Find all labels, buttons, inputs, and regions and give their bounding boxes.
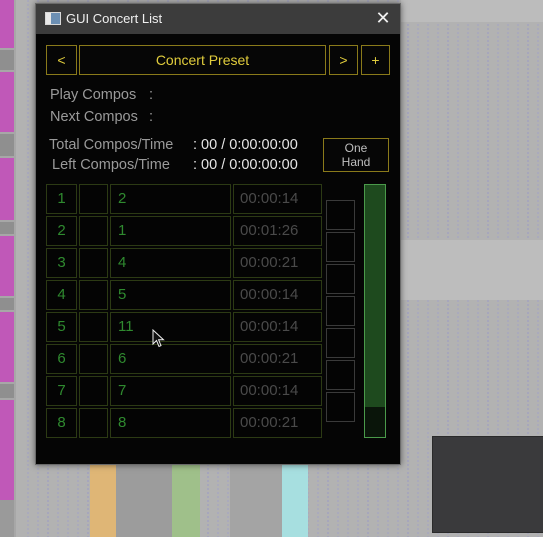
row-time[interactable]: 00:00:14 bbox=[233, 184, 322, 214]
row-compos[interactable]: 4 bbox=[110, 248, 231, 278]
next-preset-button[interactable]: > bbox=[329, 45, 358, 75]
one-hand-button[interactable]: One Hand bbox=[323, 138, 389, 172]
row-marker-cell[interactable] bbox=[79, 184, 108, 214]
row-compos[interactable]: 1 bbox=[110, 216, 231, 246]
row-number[interactable]: 8 bbox=[46, 408, 77, 438]
prev-preset-button[interactable]: < bbox=[46, 45, 77, 75]
preset-name-button[interactable]: Concert Preset bbox=[79, 45, 326, 75]
row-time[interactable]: 00:00:21 bbox=[233, 344, 322, 374]
play-compos-sep: : bbox=[149, 87, 154, 103]
close-icon[interactable]: ✕ bbox=[370, 7, 396, 31]
row-compos[interactable]: 2 bbox=[110, 184, 231, 214]
row-number[interactable]: 7 bbox=[46, 376, 77, 406]
right-panel-block bbox=[432, 436, 543, 533]
row-marker-cell[interactable] bbox=[79, 344, 108, 374]
row-marker-cell[interactable] bbox=[79, 216, 108, 246]
side-toggle-box[interactable] bbox=[326, 200, 355, 230]
side-toggle-box[interactable] bbox=[326, 328, 355, 358]
row-time[interactable]: 00:00:21 bbox=[233, 248, 322, 278]
track-clips-left bbox=[0, 0, 14, 537]
row-time[interactable]: 00:00:21 bbox=[233, 408, 322, 438]
side-toggle-box[interactable] bbox=[326, 360, 355, 390]
row-compos[interactable]: 8 bbox=[110, 408, 231, 438]
window-icon bbox=[45, 12, 61, 25]
row-number[interactable]: 6 bbox=[46, 344, 77, 374]
next-compos-label: Next Compos bbox=[50, 109, 138, 125]
window-content: < Concert Preset > + Play Compos : Next … bbox=[36, 34, 400, 464]
row-marker-cell[interactable] bbox=[79, 408, 108, 438]
list-scrollbar[interactable] bbox=[364, 184, 386, 438]
title-bar[interactable]: GUI Concert List ✕ bbox=[36, 4, 400, 34]
row-marker-cell[interactable] bbox=[79, 312, 108, 342]
side-toggle-box[interactable] bbox=[326, 392, 355, 422]
side-toggle-box[interactable] bbox=[326, 264, 355, 294]
mouse-pointer-icon bbox=[152, 329, 165, 348]
scrollbar-thumb[interactable] bbox=[365, 185, 385, 407]
row-time[interactable]: 00:00:14 bbox=[233, 280, 322, 310]
row-time[interactable]: 00:00:14 bbox=[233, 312, 322, 342]
left-compos-time-label: Left Compos/Time bbox=[52, 157, 170, 173]
row-marker-cell[interactable] bbox=[79, 280, 108, 310]
row-number[interactable]: 3 bbox=[46, 248, 77, 278]
total-compos-time-value: : 00 / 0:00:00:00 bbox=[193, 137, 298, 153]
row-number[interactable]: 2 bbox=[46, 216, 77, 246]
row-time[interactable]: 00:00:14 bbox=[233, 376, 322, 406]
row-number[interactable]: 4 bbox=[46, 280, 77, 310]
total-compos-time-label: Total Compos/Time bbox=[49, 137, 174, 153]
window-title: GUI Concert List bbox=[66, 11, 163, 26]
side-toggle-box[interactable] bbox=[326, 232, 355, 262]
next-compos-sep: : bbox=[149, 109, 154, 125]
row-time[interactable]: 00:01:26 bbox=[233, 216, 322, 246]
row-compos[interactable]: 11 bbox=[110, 312, 231, 342]
row-marker-cell[interactable] bbox=[79, 248, 108, 278]
left-compos-time-value: : 00 / 0:00:00:00 bbox=[193, 157, 298, 173]
row-compos[interactable]: 7 bbox=[110, 376, 231, 406]
row-number[interactable]: 1 bbox=[46, 184, 77, 214]
one-hand-line2: Hand bbox=[341, 155, 371, 169]
row-compos[interactable]: 6 bbox=[110, 344, 231, 374]
one-hand-line1: One bbox=[344, 141, 368, 155]
add-preset-button[interactable]: + bbox=[361, 45, 390, 75]
play-compos-label: Play Compos bbox=[50, 87, 137, 103]
row-number[interactable]: 5 bbox=[46, 312, 77, 342]
side-toggle-box[interactable] bbox=[326, 296, 355, 326]
row-compos[interactable]: 5 bbox=[110, 280, 231, 310]
row-marker-cell[interactable] bbox=[79, 376, 108, 406]
concert-list-window: GUI Concert List ✕ < Concert Preset > + … bbox=[35, 3, 401, 465]
